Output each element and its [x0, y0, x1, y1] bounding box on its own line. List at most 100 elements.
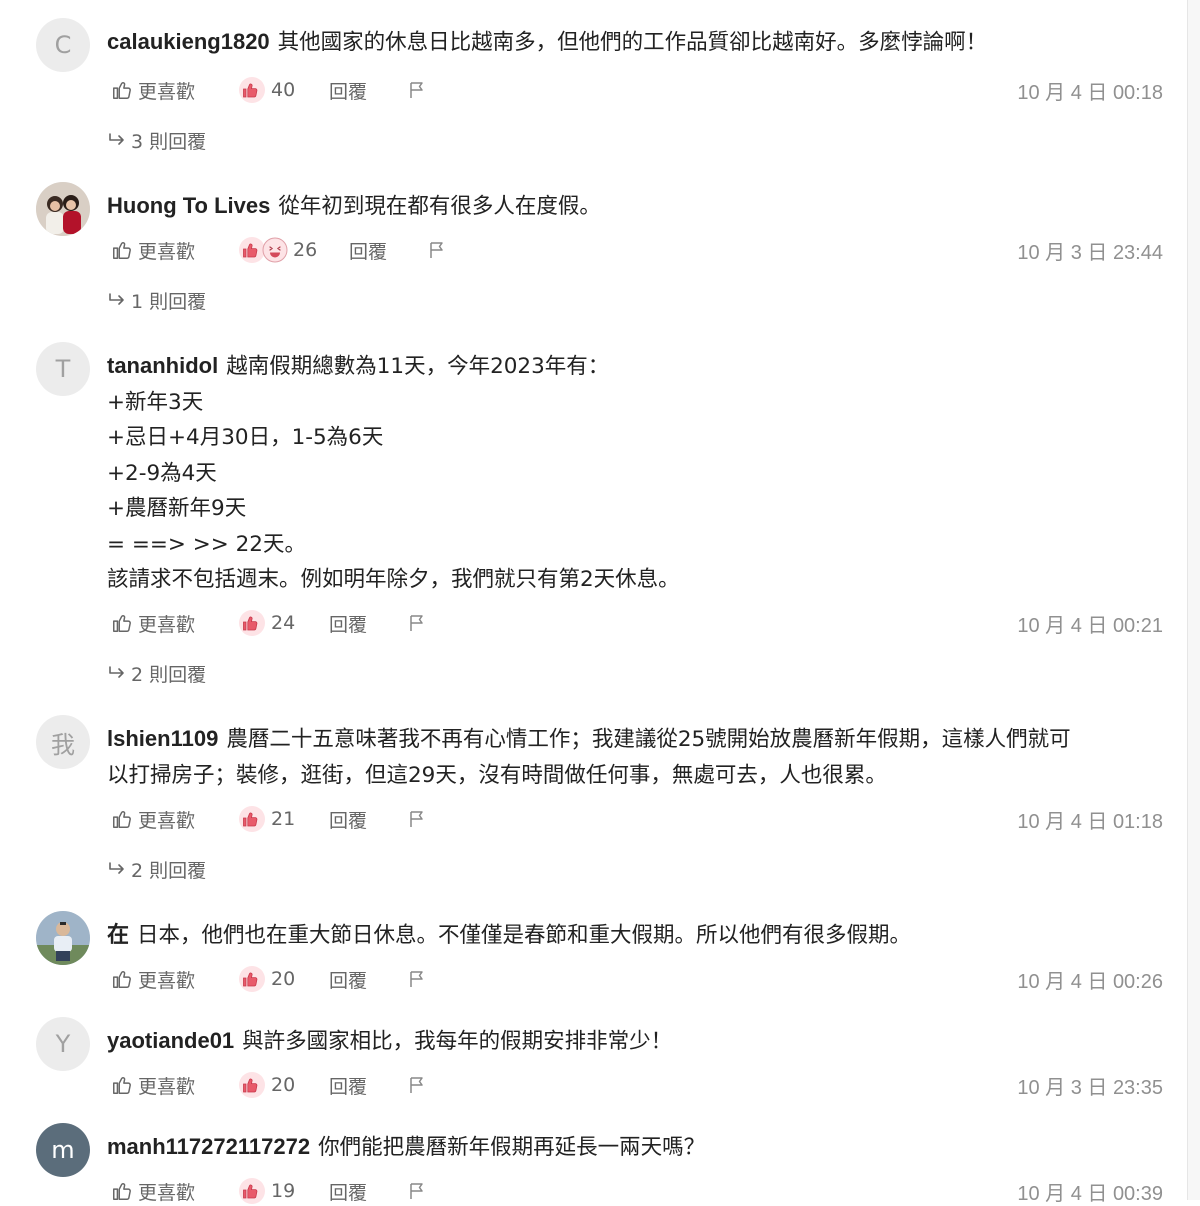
reaction-summary[interactable]: 24 [238, 608, 295, 638]
view-replies-link[interactable]: 1 則回覆 [107, 285, 206, 315]
reply-arrow-icon [109, 862, 124, 874]
reaction-count: 19 [271, 1180, 296, 1202]
thumbs-up-outline-icon [113, 242, 131, 259]
flag-button[interactable] [407, 964, 427, 994]
flag-icon [410, 615, 423, 631]
reaction-summary[interactable]: 40 [238, 75, 295, 105]
reply-arrow-icon [109, 133, 124, 145]
reaction-summary[interactable]: 21 [238, 804, 295, 834]
user-photo-icon [36, 182, 90, 236]
like-button[interactable]: 更喜歡 [111, 964, 195, 994]
flag-button[interactable] [407, 1070, 427, 1100]
comment-text: 其他國家的休息日比越南多，但他們的工作品質卻比越南好。多麼悖論啊！ [277, 30, 988, 55]
user-photo-icon [36, 911, 90, 965]
view-replies-link[interactable]: 2 則回覆 [107, 854, 206, 884]
timestamp: 10 月 4 日 01:18 [1017, 810, 1163, 833]
comment-actions: 更喜歡 24 回覆 10 月 4 日 00:21 [107, 608, 1163, 638]
username[interactable]: calaukieng1820 [107, 29, 270, 54]
comment-text: +農曆新年9天 [107, 496, 247, 521]
view-replies-link[interactable]: 3 則回覆 [107, 125, 206, 155]
reaction-summary[interactable]: 26 [238, 235, 317, 265]
like-button[interactable]: 更喜歡 [111, 75, 195, 105]
comment-text: +新年3天 [107, 389, 204, 415]
comment-text: 農曆二十五意味著我不再有心情工作；我建議從25號開始放農曆新年假期，這樣人們就可 [226, 727, 1071, 752]
reply-button[interactable]: 回覆 [329, 804, 367, 834]
flag-button[interactable] [427, 235, 447, 265]
avatar[interactable]: 我 [36, 715, 90, 769]
like-button[interactable]: 更喜歡 [111, 1070, 195, 1100]
thumbs-up-outline-icon [113, 615, 131, 632]
flag-button[interactable] [407, 608, 427, 638]
reaction-count: 40 [271, 79, 296, 101]
like-button[interactable]: 更喜歡 [111, 1176, 195, 1206]
comment-text: 與許多國家相比，我每年的假期安排非常少！ [242, 1029, 673, 1054]
timestamp: 10 月 4 日 00:26 [1017, 970, 1163, 993]
comment-actions: 更喜歡 40 回覆 10 月 4 日 00:18 [107, 75, 1163, 105]
avatar[interactable] [36, 182, 90, 236]
reply-button[interactable]: 回覆 [349, 235, 387, 265]
like-button[interactable]: 更喜歡 [111, 804, 195, 834]
like-button[interactable]: 更喜歡 [111, 235, 195, 265]
flag-icon [410, 1183, 423, 1199]
reply-arrow-icon [109, 293, 124, 305]
reaction-count: 20 [271, 968, 296, 990]
comment-body: yaotiande01 與許多國家相比，我每年的假期安排非常少！ [107, 1023, 1172, 1060]
reaction-summary[interactable]: 20 [238, 964, 295, 994]
username[interactable]: 在 [107, 922, 129, 947]
avatar[interactable]: T [36, 342, 90, 396]
username[interactable]: yaotiande01 [107, 1028, 234, 1053]
flag-button[interactable] [407, 75, 427, 105]
comment-body: lshien1109 農曆二十五意味著我不再有心情工作；我建議從25號開始放農曆新… [107, 721, 1172, 793]
scrollbar-track[interactable] [1187, 0, 1200, 1200]
timestamp: 10 月 4 日 00:18 [1017, 81, 1163, 104]
flag-icon [410, 971, 423, 987]
thumbs-up-icon [239, 806, 265, 832]
thumbs-up-icon [239, 77, 265, 103]
comment-actions: 更喜歡 19 回覆 10 月 4 日 00:39 [107, 1176, 1163, 1206]
reply-button[interactable]: 回覆 [329, 964, 367, 994]
thumbs-up-icon [239, 610, 265, 636]
like-button[interactable]: 更喜歡 [111, 608, 195, 638]
flag-icon [410, 82, 423, 98]
avatar[interactable]: C [36, 18, 90, 72]
avatar[interactable]: Y [36, 1017, 90, 1071]
timestamp: 10 月 4 日 00:39 [1017, 1182, 1163, 1205]
comment-text: +2-9為4天 [107, 460, 217, 486]
comment-body: Huong To Lives 從年初到現在都有很多人在度假。 [107, 188, 1172, 225]
comment-actions: 更喜歡 20 回覆 10 月 4 日 00:26 [107, 964, 1163, 994]
flag-button[interactable] [407, 1176, 427, 1206]
comment-text: = ==> >> 22天。 [107, 531, 306, 557]
comment-body: 在日本，他們也在重大節日休息。不僅僅是春節和重大假期。所以他們有很多假期。 [107, 917, 1172, 954]
comment-text: 從年初到現在都有很多人在度假。 [278, 194, 601, 219]
reply-button[interactable]: 回覆 [329, 1070, 367, 1100]
flag-button[interactable] [407, 804, 427, 834]
username[interactable]: lshien1109 [107, 726, 218, 751]
username[interactable]: tananhidol [107, 353, 218, 378]
reaction-summary[interactable]: 19 [238, 1176, 295, 1206]
reaction-count: 20 [271, 1074, 296, 1096]
username[interactable]: manh117272117272 [107, 1134, 310, 1159]
comment-text: 以打掃房子；裝修，逛街，但這29天，沒有時間做任何事，無處可去，人也很累。 [107, 762, 887, 788]
flag-icon [410, 811, 423, 827]
reply-button[interactable]: 回覆 [329, 1176, 367, 1206]
view-replies-link[interactable]: 2 則回覆 [107, 658, 206, 688]
laugh-icon [262, 237, 288, 263]
thumbs-up-icon [239, 966, 265, 992]
comment-body: manh117272117272 你們能把農曆新年假期再延長一兩天嗎？ [107, 1129, 1172, 1166]
thumbs-up-icon [239, 1178, 265, 1204]
reaction-summary[interactable]: 20 [238, 1070, 295, 1100]
comment-text: +忌日+4月30日，1-5為6天 [107, 425, 384, 450]
timestamp: 10 月 4 日 00:21 [1017, 614, 1163, 637]
reply-arrow-icon [109, 666, 124, 678]
thumbs-up-outline-icon [113, 811, 131, 828]
reply-button[interactable]: 回覆 [329, 608, 367, 638]
thumbs-up-outline-icon [113, 1183, 131, 1200]
username[interactable]: Huong To Lives [107, 193, 270, 218]
comment-text: 越南假期總數為11天，今年2023年有： [226, 354, 610, 379]
avatar[interactable] [36, 911, 90, 965]
avatar[interactable]: m [36, 1123, 90, 1177]
reply-button[interactable]: 回覆 [329, 75, 367, 105]
comment-text: 日本，他們也在重大節日休息。不僅僅是春節和重大假期。所以他們有很多假期。 [137, 923, 912, 948]
reaction-count: 24 [271, 612, 296, 634]
flag-icon [430, 242, 443, 258]
